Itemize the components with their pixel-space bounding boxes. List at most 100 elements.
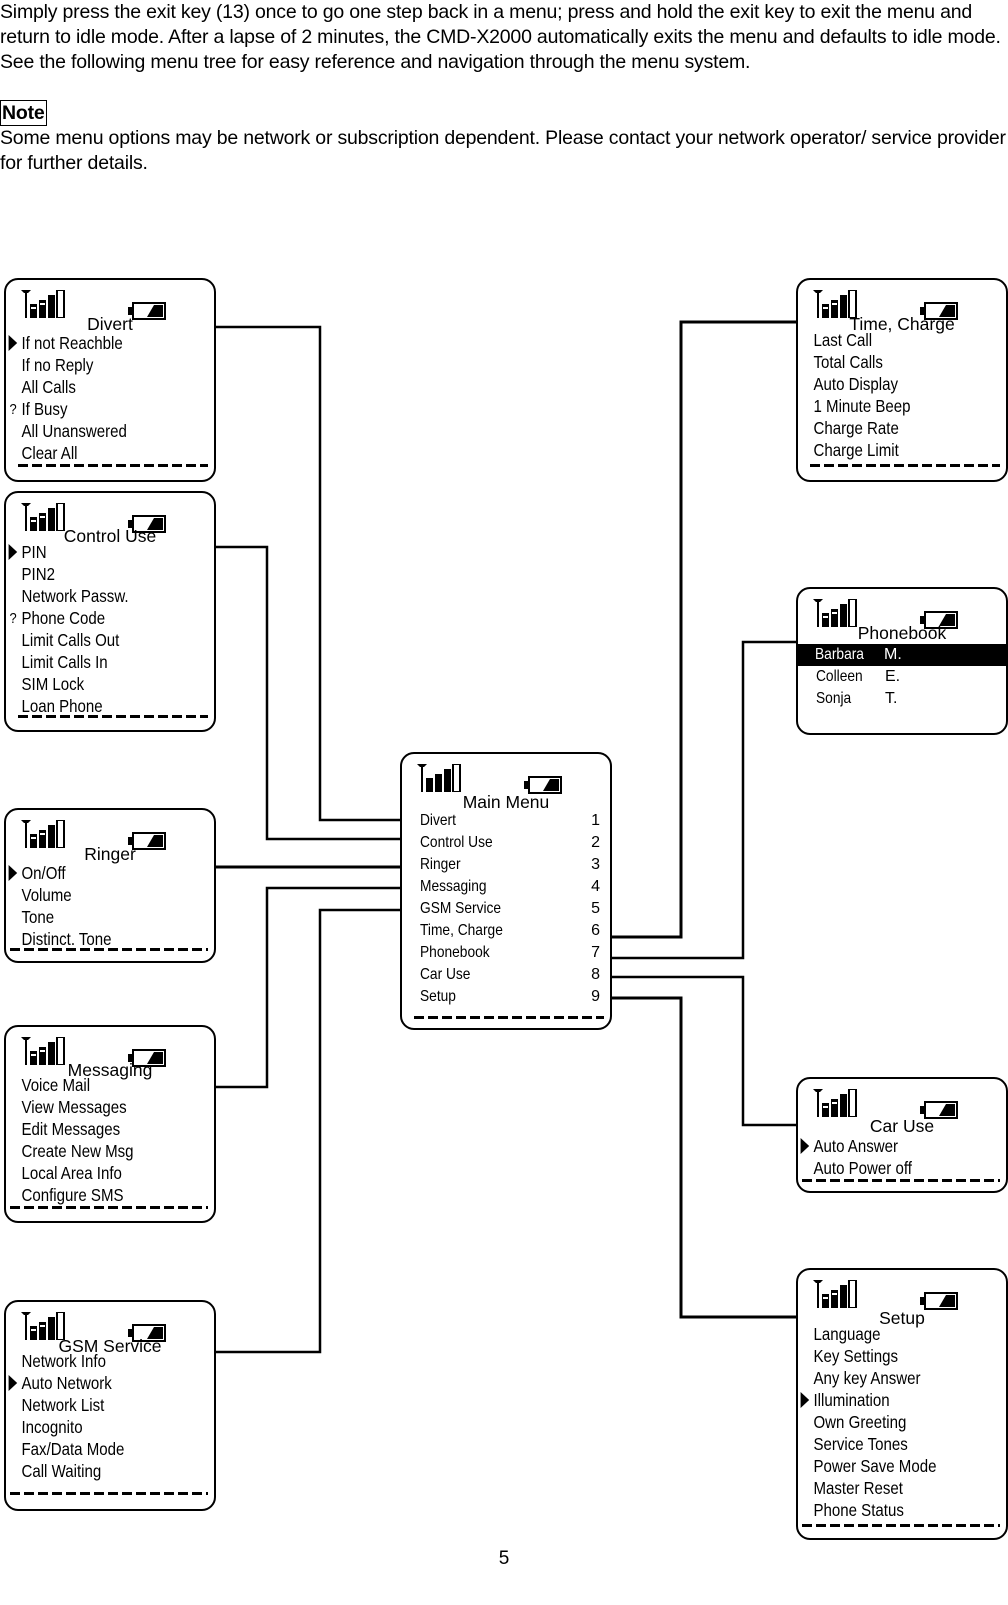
menu-item[interactable]: Fax/Data Mode	[6, 1438, 185, 1460]
menu-item[interactable]: Charge Rate	[798, 417, 977, 439]
menu-item[interactable]: Loan Phone	[6, 695, 185, 717]
connector-divert	[214, 325, 400, 822]
menu-item[interactable]: Auto Power off	[798, 1157, 977, 1179]
status-bar	[812, 1280, 982, 1310]
menu-item[interactable]: Edit Messages	[6, 1118, 185, 1140]
menu-item[interactable]: Network List	[6, 1394, 185, 1416]
menu-item[interactable]: Network Info	[6, 1350, 185, 1372]
menu-item[interactable]: 1 Minute Beep	[798, 395, 977, 417]
menu-item[interactable]: Incognito	[6, 1416, 185, 1438]
selection-arrow-icon	[8, 1375, 18, 1391]
scroll-divider	[10, 1492, 208, 1495]
control-use-items: PIN PIN2 Network Passw. ? Phone Code Limi…	[6, 541, 214, 717]
page-number: 5	[498, 1548, 510, 1569]
menu-item[interactable]: PIN	[6, 541, 185, 563]
menu-item[interactable]: Phone Status	[798, 1499, 977, 1521]
phonebook-entry[interactable]: Sonja T.	[798, 688, 1006, 710]
menu-item[interactable]: Limit Calls In	[6, 651, 185, 673]
status-bar	[812, 1089, 982, 1119]
menu-item[interactable]: Auto Display	[798, 373, 977, 395]
main-menu-items: Divert 1 Control Use 2 Ringer 3 Messaging 4 …	[402, 810, 600, 1008]
menu-item[interactable]: Power Save Mode	[798, 1455, 977, 1477]
scroll-divider	[414, 1016, 604, 1019]
connector-time-charge	[609, 320, 800, 939]
menu-item[interactable]: Local Area Info	[6, 1162, 185, 1184]
menu-item[interactable]: Distinct. Tone	[6, 928, 185, 950]
screen-title: Phonebook	[857, 623, 947, 643]
menu-item[interactable]: Any key Answer	[798, 1367, 977, 1389]
question-mark-icon: ?	[9, 401, 17, 418]
screen-control-use: Control Use PIN PIN2 Network Passw. ? Pho…	[4, 491, 216, 732]
menu-item[interactable]: Create New Msg	[6, 1140, 185, 1162]
connector-gsm-service	[214, 908, 400, 1354]
selection-arrow-icon	[800, 1392, 810, 1408]
selection-arrow-icon	[800, 1138, 810, 1154]
main-menu-item-gsm-service[interactable]: GSM Service 5	[402, 898, 600, 920]
menu-item[interactable]: All Unanswered	[6, 420, 185, 442]
question-mark-icon: ?	[9, 610, 17, 627]
screen-title: Main Menu	[462, 792, 550, 812]
selection-arrow-icon	[8, 544, 18, 560]
menu-item[interactable]: View Messages	[6, 1096, 185, 1118]
menu-item[interactable]: On/Off	[6, 862, 185, 884]
menu-item[interactable]: Key Settings	[798, 1345, 977, 1367]
main-menu-item-ringer[interactable]: Ringer 3	[402, 854, 600, 876]
connector-control-use	[214, 545, 400, 841]
menu-item[interactable]: ? If Busy	[6, 398, 185, 420]
screen-title: Ringer	[84, 844, 136, 864]
messaging-items: Voice Mail View Messages Edit Messages C…	[6, 1074, 214, 1206]
main-menu-item-control-use[interactable]: Control Use 2	[402, 832, 600, 854]
screen-time-charge: Time, Charge Last Call Total Calls Auto …	[796, 278, 1008, 482]
main-menu-item-car-use[interactable]: Car Use 8	[402, 964, 600, 986]
screen-phonebook: Phonebook Barbara M. Colleen E. Sonja T.	[796, 587, 1008, 735]
main-menu-item-phonebook[interactable]: Phonebook 7	[402, 942, 600, 964]
screen-messaging: Messaging Voice Mail View Messages Edit …	[4, 1025, 216, 1223]
main-menu-item-setup[interactable]: Setup 9	[402, 986, 600, 1008]
menu-item[interactable]: Illumination	[798, 1389, 977, 1411]
menu-item[interactable]: Service Tones	[798, 1433, 977, 1455]
ringer-items: On/Off Volume Tone Distinct. Tone	[6, 862, 214, 950]
main-menu-item-divert[interactable]: Divert 1	[402, 810, 600, 832]
menu-item[interactable]: If not Reachble	[6, 332, 185, 354]
menu-item[interactable]: SIM Lock	[6, 673, 185, 695]
scroll-divider	[810, 464, 1000, 467]
car-use-items: Auto Answer Auto Power off	[798, 1135, 1006, 1179]
phonebook-entries: Barbara M. Colleen E. Sonja T.	[797, 644, 1006, 710]
menu-item[interactable]: Language	[798, 1323, 977, 1345]
connector-messaging	[214, 886, 400, 1089]
menu-item[interactable]: Call Waiting	[6, 1460, 185, 1482]
menu-item[interactable]: Master Reset	[798, 1477, 977, 1499]
menu-item[interactable]: Auto Network	[6, 1372, 185, 1394]
setup-items: Language Key Settings Any key Answer Ill…	[798, 1323, 1006, 1521]
menu-item[interactable]: PIN2	[6, 563, 185, 585]
menu-item[interactable]: Limit Calls Out	[6, 629, 185, 651]
connector-phonebook	[609, 640, 800, 960]
menu-item[interactable]: Clear All	[6, 442, 185, 464]
menu-item[interactable]: If no Reply	[6, 354, 185, 376]
menu-item[interactable]: ? Phone Code	[6, 607, 185, 629]
connector-setup	[612, 996, 800, 1319]
menu-item[interactable]: Total Calls	[798, 351, 977, 373]
status-bar	[416, 764, 586, 794]
screen-ringer: Ringer On/Off Volume Tone Distinct. Tone	[4, 808, 216, 963]
phonebook-entry-selected[interactable]: Barbara M.	[797, 644, 1006, 666]
menu-item[interactable]: Configure SMS	[6, 1184, 185, 1206]
main-menu-item-time-charge[interactable]: Time, Charge 6	[402, 920, 600, 942]
menu-item[interactable]: Network Passw.	[6, 585, 185, 607]
menu-item[interactable]: All Calls	[6, 376, 185, 398]
menu-item[interactable]: Last Call	[798, 329, 977, 351]
selection-arrow-icon	[8, 335, 18, 351]
menu-item[interactable]: Voice Mail	[6, 1074, 185, 1096]
menu-item[interactable]: Auto Answer	[798, 1135, 977, 1157]
signal-strength-icon	[813, 1280, 857, 1308]
menu-item[interactable]: Charge Limit	[798, 439, 977, 461]
screen-setup: Setup Language Key Settings Any key Answ…	[796, 1268, 1008, 1540]
menu-item[interactable]: Tone	[6, 906, 185, 928]
screen-title: Divert	[87, 314, 133, 334]
scroll-divider	[10, 948, 208, 951]
screen-divert: Divert If not Reachble If no Reply All C…	[4, 278, 216, 482]
menu-item[interactable]: Own Greeting	[798, 1411, 977, 1433]
phonebook-entry[interactable]: Colleen E.	[798, 666, 1006, 688]
main-menu-item-messaging[interactable]: Messaging 4	[402, 876, 600, 898]
menu-item[interactable]: Volume	[6, 884, 185, 906]
